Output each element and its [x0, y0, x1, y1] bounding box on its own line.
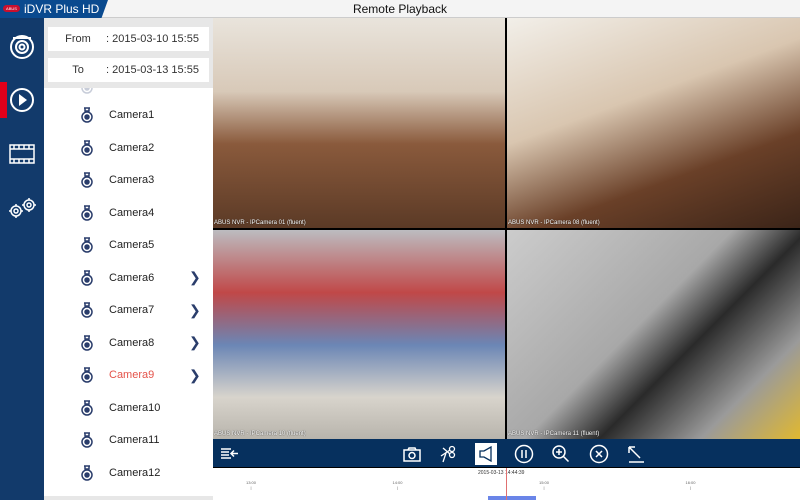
- camera-list-item[interactable]: Camera5: [44, 229, 213, 261]
- close-icon: [589, 444, 609, 464]
- camera-name: Camera5: [109, 239, 155, 251]
- camera-icon: [81, 302, 93, 318]
- camera-list-item[interactable]: Camera4: [44, 197, 213, 229]
- exit-fullscreen-button[interactable]: [625, 443, 647, 465]
- camera-name: Camera8: [109, 336, 155, 349]
- to-label: To: [72, 64, 84, 76]
- camera-icon: [81, 367, 93, 383]
- pane-caption: ABUS NVR - IPCamera 08 (fluent): [508, 220, 600, 226]
- arrow-up-left-icon: [628, 446, 644, 463]
- camera-icon: [81, 172, 93, 188]
- video-pane[interactable]: ABUS NVR - IPCamera 11 (fluent): [507, 230, 800, 439]
- camera-list-item[interactable]: Camera6 ❯: [44, 262, 213, 294]
- camera-name: Camera10: [109, 401, 161, 414]
- camera-name: Camera6: [109, 271, 155, 284]
- from-label: From: [65, 33, 91, 45]
- camera-dome-icon: [10, 35, 34, 59]
- pane-caption: ABUS NVR - IPCamera 11 (fluent): [508, 431, 600, 437]
- camera-list-item[interactable]: Camera3: [44, 164, 213, 196]
- playback-icon: [10, 88, 34, 112]
- nav-rail: [0, 18, 44, 500]
- camera-list-item[interactable]: Camera12: [44, 457, 213, 489]
- camera-icon: [81, 464, 93, 481]
- camera-icon: [81, 432, 93, 448]
- camera-name: Camera4: [109, 206, 155, 219]
- audio-button[interactable]: [475, 443, 497, 465]
- camera-icon: [81, 334, 93, 351]
- camera-name: Camera3: [109, 174, 155, 186]
- timeline-tick: 15:00 |: [538, 480, 549, 490]
- timeline-tick: 16:00 |: [685, 480, 696, 490]
- film-icon: [9, 144, 35, 164]
- camera-icon: [81, 204, 93, 221]
- camera-icon: [81, 269, 93, 286]
- from-date-field[interactable]: From : 2015-03-10 15:55: [48, 27, 209, 51]
- live-view-button[interactable]: [0, 28, 44, 64]
- camera-list[interactable]: Camera1 Camera2 Camera3 Camera4 Camera5 Camer…: [44, 88, 213, 496]
- chevron-right-icon[interactable]: ❯: [189, 334, 201, 351]
- camera-icon: [403, 446, 421, 462]
- from-value: : 2015-03-10 15:55: [106, 33, 199, 45]
- camera-list-item[interactable]: Camera7 ❯: [44, 294, 213, 326]
- chevron-right-icon[interactable]: ❯: [189, 269, 201, 286]
- collapse-panel-button[interactable]: [219, 443, 241, 465]
- menu-arrow-icon: [221, 448, 238, 459]
- camera-list-item[interactable]: Camera10: [44, 392, 213, 424]
- timeline[interactable]: 2015-03-13 14:44:39 13:00 | 14:00 | 15:00 | 16…: [213, 468, 800, 500]
- timeline-tick: 13:00 |: [245, 480, 256, 490]
- camera-panel: From : 2015-03-10 15:55 To : 2015-03-13 …: [44, 18, 213, 500]
- pane-caption: ABUS NVR - IPCamera 01 (fluent): [214, 220, 306, 226]
- chevron-right-icon[interactable]: ❯: [189, 302, 201, 319]
- camera-list-item[interactable]: Camera9 ❯: [44, 359, 213, 391]
- snapshot-button[interactable]: [401, 443, 423, 465]
- video-pane[interactable]: ABUS NVR - IPCamera 01 (fluent): [213, 18, 505, 228]
- recording-segment[interactable]: [488, 496, 536, 500]
- window-title: Remote Playback: [352, 2, 448, 16]
- camera-icon: [81, 139, 93, 156]
- pane-caption: ABUS NVR - IPCamera 10 (fluent): [214, 431, 306, 437]
- video-grid: ABUS NVR - IPCamera 01 (fluent) ABUS NVR…: [213, 18, 800, 439]
- camera-name: Camera12: [109, 466, 161, 479]
- video-pane[interactable]: ABUS NVR - IPCamera 08 (fluent): [507, 18, 800, 228]
- camera-icon: [81, 237, 93, 253]
- camera-icon: [81, 399, 93, 416]
- camera-list-item[interactable]: Camera2: [44, 132, 213, 164]
- chevron-right-icon[interactable]: ❯: [189, 367, 201, 384]
- camera-icon: [81, 107, 93, 123]
- camera-name: Camera1: [109, 109, 155, 121]
- zoom-in-icon: [552, 445, 570, 463]
- playback-button[interactable]: [0, 82, 44, 118]
- title-bar: ABUS iDVR Plus HD Remote Playback: [0, 0, 800, 18]
- camera-icon: [81, 88, 93, 94]
- to-date-field[interactable]: To : 2015-03-13 15:55: [48, 58, 209, 82]
- close-stream-button[interactable]: [588, 443, 610, 465]
- to-value: : 2015-03-13 15:55: [106, 64, 199, 76]
- clip-button[interactable]: [437, 443, 459, 465]
- gears-icon: [9, 198, 36, 218]
- camera-list-item[interactable]: Camera8 ❯: [44, 327, 213, 359]
- timeline-cursor[interactable]: [506, 468, 507, 500]
- recordings-button[interactable]: [0, 136, 44, 172]
- timeline-tick: 14:00 |: [392, 480, 403, 490]
- camera-name: Camera9: [109, 369, 155, 381]
- playback-toolbar: [213, 439, 800, 468]
- camera-name: Camera11: [109, 434, 160, 446]
- pause-button[interactable]: [513, 443, 535, 465]
- settings-button[interactable]: [0, 190, 44, 226]
- camera-list-item[interactable]: Camera1: [44, 99, 213, 131]
- zoom-in-button[interactable]: [550, 443, 572, 465]
- camera-name: Camera2: [109, 141, 155, 154]
- camera-name: Camera7: [109, 304, 155, 316]
- camera-list-item[interactable]: Camera11: [44, 424, 213, 456]
- timeline-cursor-time: 2015-03-13 14:44:39: [478, 470, 525, 476]
- video-pane[interactable]: ABUS NVR - IPCamera 10 (fluent): [213, 230, 505, 439]
- pause-icon: [514, 444, 534, 464]
- speaker-icon: [479, 446, 492, 462]
- scissors-icon: [440, 445, 456, 463]
